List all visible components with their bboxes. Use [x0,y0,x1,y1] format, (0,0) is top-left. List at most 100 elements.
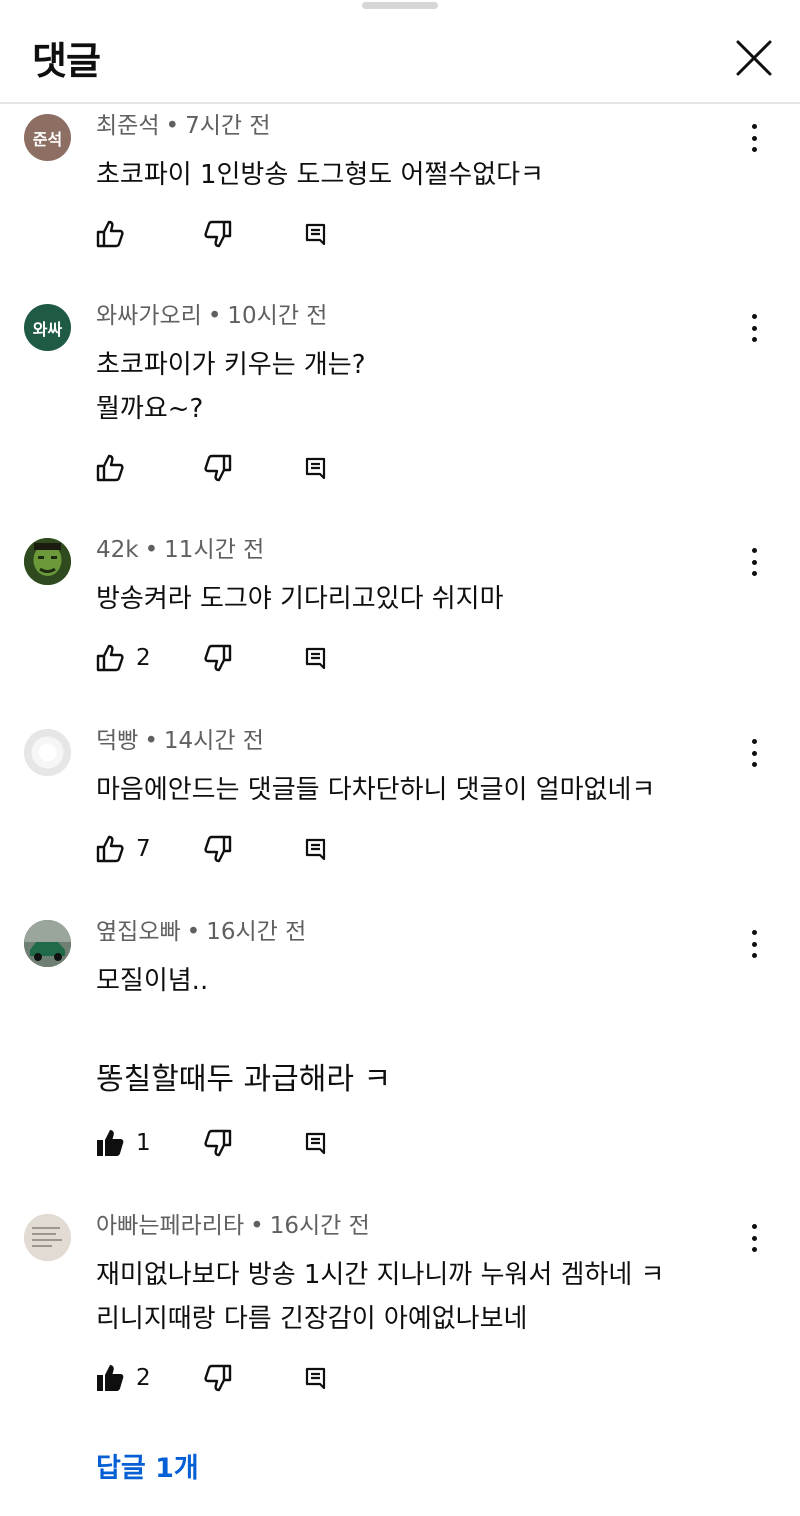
comment-text: 리니지때랑 다름 긴장감이 아예없나보네 [96,1304,528,1334]
thumbs-up-filled-icon [97,1130,124,1156]
avatar[interactable]: 준석 [24,114,71,161]
more-options-button[interactable] [742,308,766,348]
close-button[interactable] [730,34,778,82]
comment-text: 똥칠할때두 과급해라 ㅋ [96,1062,392,1097]
comment-actions: 2 [94,1360,354,1396]
more-options-button[interactable] [742,733,766,773]
dislike-button[interactable] [202,1360,234,1396]
view-replies-link[interactable]: 답글 1개 [96,1446,199,1485]
separator-dot: • [144,728,158,754]
avatar[interactable]: 와싸 [24,304,71,351]
reply-icon [305,223,326,246]
comment-meta: 아빠는페라리타 • 16시간 전 [96,1206,370,1240]
reply-button[interactable] [302,450,330,486]
like-button-active[interactable]: 2 [94,1360,151,1396]
reply-icon [305,838,326,861]
avatar[interactable] [24,920,71,967]
reply-button[interactable] [302,831,330,867]
separator-dot: • [165,113,180,139]
comment-text: 마음에안드는 댓글들 다차단하니 댓글이 얼마없네ㅋ [96,775,656,805]
comments-panel: 댓글 준석 최준석•7시간 전 초코파이 1인방송 도그형도 어쩔수없다ㅋ [0,0,800,1516]
comment-author[interactable]: 옆집오빠 [96,919,181,945]
comment-time: 16시간 전 [269,1213,370,1239]
comment-actions [94,216,354,252]
reply-button[interactable] [302,1125,330,1161]
comment-author[interactable]: 아빠는페라리타 [96,1213,244,1239]
comment-text: 모질이념.. [96,966,209,996]
comment-author[interactable]: 42k [96,537,139,563]
avatar[interactable] [24,538,71,585]
comment-text: 방송켜라 도그야 기다리고있다 쉬지마 [96,584,504,614]
like-count: 2 [136,1365,151,1391]
dislike-button[interactable] [202,216,234,252]
avatar-image [24,1214,71,1261]
comment-text: 초코파이가 키우는 개는? [96,350,366,380]
dislike-button[interactable] [202,640,234,676]
avatar-initials: 준석 [32,129,63,149]
separator-dot: • [250,1213,264,1239]
reply-icon [305,457,326,480]
thumbs-up-icon [96,644,124,672]
comment-author[interactable]: 덕빵 [96,728,138,754]
separator-dot: • [144,537,159,563]
thumbs-down-icon [204,644,232,672]
thumbs-up-filled-icon [97,1365,124,1391]
drag-handle[interactable] [362,2,438,9]
close-icon [736,40,772,76]
comment-text: 초코파이 1인방송 도그형도 어쩔수없다ㅋ [96,160,544,190]
thumbs-up-icon [96,835,124,863]
thumbs-down-icon [204,220,232,248]
thumbs-down-icon [204,454,232,482]
comment-author[interactable]: 최준석 [96,113,159,139]
more-options-button[interactable] [742,924,766,964]
comment-actions [94,450,354,486]
thumbs-up-icon [96,220,124,248]
comment-actions: 2 [94,640,354,676]
comment-actions: 7 [94,831,354,867]
comment-time: 16시간 전 [206,919,307,945]
comment-meta: 옆집오빠 • 16시간 전 [96,912,306,946]
more-options-button[interactable] [742,1218,766,1258]
comment-time: 14시간 전 [163,728,264,754]
dislike-button[interactable] [202,1125,234,1161]
reply-button[interactable] [302,640,330,676]
more-options-button[interactable] [742,542,766,582]
like-count: 1 [136,1130,151,1156]
comment-meta: 42k • 11시간 전 [96,530,264,564]
comment-author[interactable]: 와싸가오리 [96,303,202,329]
like-count: 7 [136,836,151,862]
like-button[interactable]: 2 [94,640,151,676]
avatar-initials: 와싸 [32,319,63,339]
separator-dot: • [207,303,222,329]
like-button[interactable] [94,216,126,252]
thumbs-down-icon [204,835,232,863]
thumbs-up-icon [96,454,124,482]
dislike-button[interactable] [202,831,234,867]
reply-button[interactable] [302,1360,330,1396]
avatar-image [24,920,71,967]
reply-icon [305,1367,326,1390]
page-title: 댓글 [32,39,101,83]
comment-meta: 덕빵 • 14시간 전 [96,721,264,755]
comment-time: 10시간 전 [227,303,328,329]
thumbs-down-icon [204,1129,232,1157]
comment-time: 7시간 전 [185,113,271,139]
comment-meta: 와싸가오리 • 10시간 전 [96,296,327,330]
reply-icon [305,1132,326,1155]
avatar[interactable] [24,729,71,776]
more-options-button[interactable] [742,118,766,158]
thumbs-down-icon [204,1364,232,1392]
reply-icon [305,647,326,670]
like-button[interactable]: 7 [94,831,151,867]
avatar[interactable] [24,1214,71,1261]
like-count: 2 [136,645,151,671]
comment-text: 재미없나보다 방송 1시간 지나니까 누워서 겜하네 ㅋ [96,1260,665,1290]
comments-header: 댓글 [0,0,800,104]
comment-text: 뭘까요~? [96,394,204,424]
reply-button[interactable] [302,216,330,252]
avatar-image [24,729,71,776]
separator-dot: • [186,919,201,945]
like-button[interactable] [94,450,126,486]
dislike-button[interactable] [202,450,234,486]
like-button-active[interactable]: 1 [94,1125,151,1161]
